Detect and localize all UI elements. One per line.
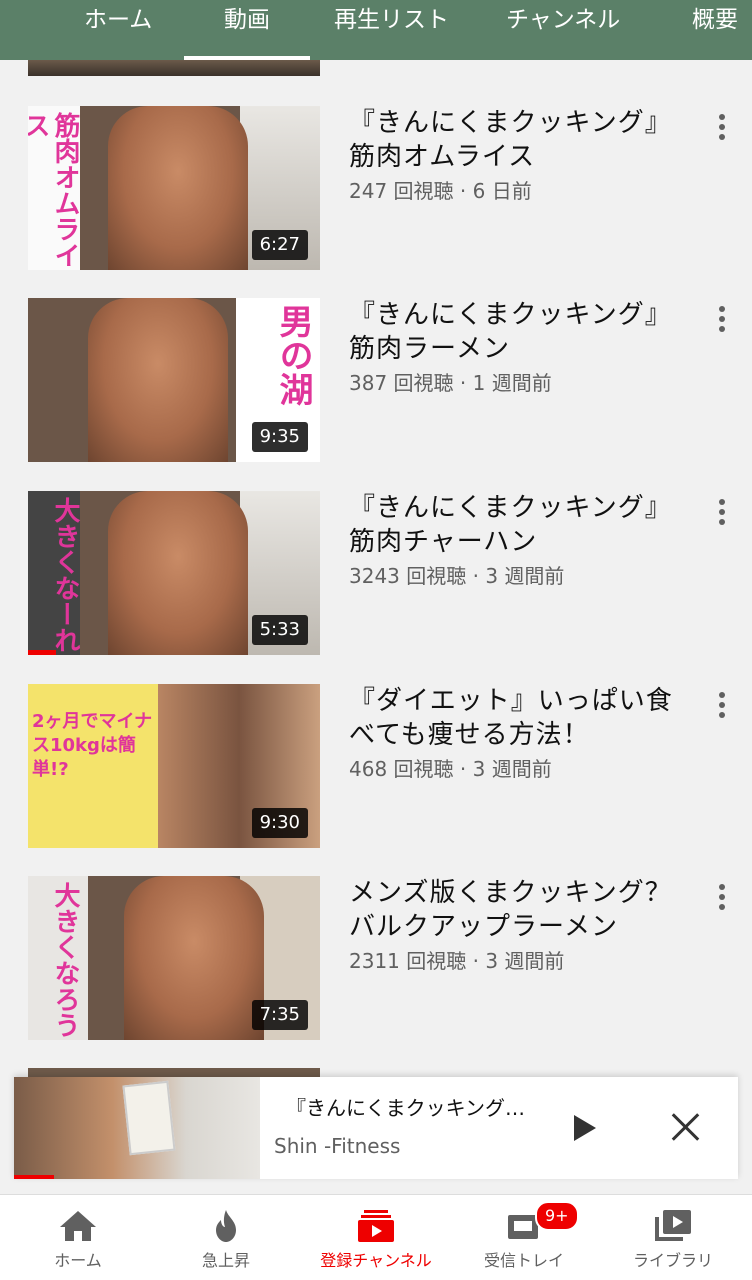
video-meta: 247 回視聴 · 6 日前 (349, 179, 532, 203)
nav-subscriptions[interactable]: 登録チャンネル (301, 1195, 451, 1280)
thumbnail-caption: 筋肉オムライス (28, 112, 80, 268)
video-thumbnail[interactable]: 大きくなろう 7:35 (28, 876, 320, 1040)
video-title[interactable]: 『ダイエット』いっぱい食べても痩せる方法！ (349, 684, 679, 752)
nav-label: 急上昇 (201, 1251, 250, 1270)
thumbnail-caption: 2ヶ月でマイナス10kgは簡単!? (32, 711, 153, 780)
nav-home[interactable]: ホーム (3, 1195, 153, 1280)
upload-age: 3 週間前 (485, 949, 565, 973)
more-options-icon[interactable] (714, 495, 730, 529)
nav-inbox[interactable]: 9+ 受信トレイ (449, 1195, 599, 1280)
nav-trending[interactable]: 急上昇 (151, 1195, 301, 1280)
video-thumbnail[interactable]: 男の湖 9:35 (28, 298, 320, 462)
upload-age: 3 週間前 (472, 757, 552, 781)
nav-library[interactable]: ライブラリ (598, 1195, 748, 1280)
library-icon (655, 1210, 691, 1241)
more-options-icon[interactable] (714, 302, 730, 336)
video-duration: 9:30 (251, 808, 308, 838)
nav-label: ライブラリ (632, 1251, 713, 1270)
video-title[interactable]: 『きんにくまクッキング』筋肉ラーメン (349, 298, 679, 366)
tab-videos[interactable]: 動画 (184, 0, 310, 60)
view-count: 387 回視聴 (349, 371, 454, 395)
tab-home[interactable]: ホーム (84, 0, 152, 60)
notification-badge: 9+ (535, 1201, 579, 1231)
tab-about[interactable]: 概要 (692, 0, 738, 60)
close-icon[interactable] (668, 1109, 704, 1145)
tab-channels[interactable]: チャンネル (506, 0, 620, 60)
upload-age: 1 週間前 (472, 371, 552, 395)
thumbnail-caption: 大きくなろう (50, 882, 80, 1038)
upload-age: 3 週間前 (485, 564, 565, 588)
video-thumbnail[interactable]: 大きくなーれ 5:33 (28, 491, 320, 655)
mini-player-thumbnail[interactable] (14, 1077, 260, 1179)
video-item[interactable]: 大きくなろう 7:35 メンズ版くまクッキング？バルクアップラーメン 2311 … (0, 876, 752, 1046)
nav-label: 登録チャンネル (320, 1251, 432, 1270)
upload-age: 6 日前 (472, 179, 532, 203)
video-thumbnail[interactable]: 筋肉オムライス 6:27 (28, 106, 320, 270)
channel-tabs: ホーム 動画 再生リスト チャンネル 概要 (0, 0, 752, 60)
video-duration: 7:35 (251, 1000, 308, 1030)
view-count: 2311 回視聴 (349, 949, 467, 973)
video-meta: 2311 回視聴 · 3 週間前 (349, 949, 565, 973)
flame-icon (216, 1210, 236, 1242)
video-duration: 9:35 (251, 422, 308, 452)
video-meta: 3243 回視聴 · 3 週間前 (349, 564, 565, 588)
view-count: 468 回視聴 (349, 757, 454, 781)
home-icon (60, 1211, 96, 1241)
more-options-icon[interactable] (714, 110, 730, 144)
video-duration: 6:27 (251, 230, 308, 260)
tab-playlists[interactable]: 再生リスト (334, 0, 449, 60)
video-thumbnail[interactable]: 2ヶ月でマイナス10kgは簡単!? 9:30 (28, 684, 320, 848)
video-item[interactable]: 2ヶ月でマイナス10kgは簡単!? 9:30 『ダイエット』いっぱい食べても痩せ… (0, 684, 752, 854)
mini-player-channel: Shin -Fitness (274, 1134, 401, 1158)
view-count: 3243 回視聴 (349, 564, 467, 588)
mini-player-progress (14, 1175, 54, 1179)
thumbnail-caption: 大きくなーれ (50, 497, 80, 653)
video-meta: 387 回視聴 · 1 週間前 (349, 371, 552, 395)
watch-progress-bar (28, 650, 56, 655)
subscriptions-icon (358, 1210, 394, 1242)
video-title[interactable]: 『きんにくまクッキング』筋肉オムライス (349, 106, 679, 174)
nav-label: 受信トレイ (483, 1251, 564, 1270)
more-options-icon[interactable] (714, 688, 730, 722)
video-meta: 468 回視聴 · 3 週間前 (349, 757, 552, 781)
video-title[interactable]: メンズ版くまクッキング？バルクアップラーメン (349, 876, 679, 944)
thumbnail-caption: 男の湖 (273, 304, 313, 406)
previous-video-thumbnail[interactable] (28, 60, 320, 76)
mini-player-title[interactable]: 『きんにくまクッキング… (286, 1095, 526, 1121)
video-duration: 5:33 (251, 615, 308, 645)
nav-label: ホーム (54, 1251, 102, 1270)
bottom-navigation: ホーム 急上昇 登録チャンネル 9+ 受信トレイ ライブラリ (0, 1194, 752, 1280)
more-options-icon[interactable] (714, 880, 730, 914)
mini-player[interactable]: 『きんにくまクッキング… Shin -Fitness (14, 1077, 738, 1179)
video-title[interactable]: 『きんにくまクッキング』筋肉チャーハン (349, 491, 679, 559)
video-item[interactable]: 筋肉オムライス 6:27 『きんにくまクッキング』筋肉オムライス 247 回視聴… (0, 106, 752, 276)
view-count: 247 回視聴 (349, 179, 454, 203)
video-item[interactable]: 男の湖 9:35 『きんにくまクッキング』筋肉ラーメン 387 回視聴 · 1 … (0, 298, 752, 468)
video-item[interactable]: 大きくなーれ 5:33 『きんにくまクッキング』筋肉チャーハン 3243 回視聴… (0, 491, 752, 661)
play-icon[interactable] (574, 1115, 596, 1141)
